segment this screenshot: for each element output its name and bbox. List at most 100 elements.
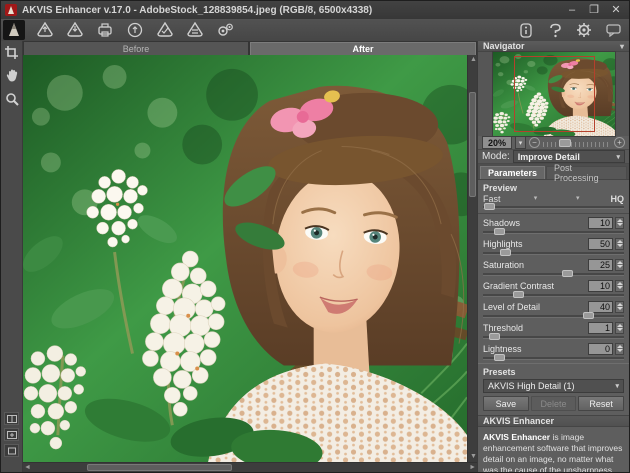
stepper-icon[interactable] xyxy=(615,259,624,271)
param-label: Gradient Contrast xyxy=(483,281,588,291)
vertical-scrollbar[interactable]: ▲ ▼ xyxy=(467,55,477,462)
preset-stack-icon[interactable] xyxy=(185,21,205,39)
navigator-title: Navigator xyxy=(483,41,525,51)
preview-slider-handle[interactable] xyxy=(484,203,495,210)
stepper-icon[interactable] xyxy=(615,238,624,250)
param-saturation: Saturation 25 xyxy=(483,258,624,276)
preferences-gear-icon[interactable] xyxy=(574,21,594,39)
zoom-in-button[interactable]: + xyxy=(614,137,625,148)
title-bar: AKVIS Enhancer v.17.0 - AdobeStock_12883… xyxy=(1,1,629,19)
navigator-panel xyxy=(478,52,629,136)
param-value[interactable]: 1 xyxy=(588,322,613,334)
reset-button[interactable]: Reset xyxy=(578,396,624,411)
minimize-button[interactable]: – xyxy=(565,3,579,17)
horizontal-scroll-thumb[interactable] xyxy=(87,464,232,471)
zoom-out-button[interactable]: − xyxy=(529,137,540,148)
zoom-value[interactable]: 20% xyxy=(482,136,512,149)
presets-section: Presets AKVIS High Detail (1) ▾ Save Del… xyxy=(478,363,629,415)
preset-dropdown-icon: ▾ xyxy=(615,382,619,390)
scroll-down-icon[interactable]: ▼ xyxy=(470,452,477,462)
parameter-tabs: Parameters Post Processing xyxy=(478,164,629,180)
zoom-slider-handle[interactable] xyxy=(559,139,571,147)
image-canvas-after[interactable] xyxy=(23,55,467,462)
open-image-icon[interactable] xyxy=(35,21,55,39)
app-logo-icon xyxy=(5,4,17,16)
scroll-up-icon[interactable]: ▲ xyxy=(470,55,477,65)
param-value[interactable]: 50 xyxy=(588,238,613,250)
stepper-icon[interactable] xyxy=(615,322,624,334)
preview-tick-icon: ▾ xyxy=(576,194,580,202)
delete-preset-button[interactable]: Delete xyxy=(531,396,577,411)
stepper-icon[interactable] xyxy=(615,280,624,292)
actual-size-icon[interactable] xyxy=(4,444,19,457)
navigator-thumbnail[interactable] xyxy=(493,52,615,136)
about-description: AKVIS Enhancer is image enhancement soft… xyxy=(478,427,629,473)
preview-section: Preview Fast ▾ ▾ HQ xyxy=(478,180,629,214)
tab-after[interactable]: After xyxy=(250,42,476,55)
param-slider-handle[interactable] xyxy=(494,354,505,361)
param-value[interactable]: 25 xyxy=(588,259,613,271)
vertical-scroll-thumb[interactable] xyxy=(469,92,476,198)
param-slider-handle[interactable] xyxy=(513,291,524,298)
mode-dropdown-icon: ▾ xyxy=(616,153,620,161)
param-slider-handle[interactable] xyxy=(489,333,500,340)
zoom-slider[interactable] xyxy=(543,139,611,147)
param-slider[interactable] xyxy=(483,315,624,318)
split-view-icon[interactable] xyxy=(4,412,19,425)
param-slider-handle[interactable] xyxy=(583,312,594,319)
zoom-tool-icon[interactable] xyxy=(3,90,20,107)
batch-processing-icon[interactable] xyxy=(155,21,175,39)
close-button[interactable]: ✕ xyxy=(609,3,623,17)
param-value[interactable]: 0 xyxy=(588,343,613,355)
info-icon[interactable] xyxy=(516,21,536,39)
presets-label: Presets xyxy=(483,367,624,377)
param-value[interactable]: 10 xyxy=(588,217,613,229)
crop-tool-icon[interactable] xyxy=(3,44,20,61)
scroll-right-icon[interactable]: ► xyxy=(469,463,476,473)
param-slider-handle[interactable] xyxy=(562,270,573,277)
help-icon[interactable] xyxy=(545,21,565,39)
print-icon[interactable] xyxy=(95,21,115,39)
zoom-dropdown-icon[interactable]: ▾ xyxy=(515,136,526,149)
navigator-view-rect[interactable] xyxy=(514,56,595,132)
param-slider[interactable] xyxy=(483,273,624,276)
share-image-icon[interactable] xyxy=(125,21,145,39)
process-gears-icon[interactable] xyxy=(215,21,235,39)
save-preset-button[interactable]: Save xyxy=(483,396,529,411)
zoom-controls: 20% ▾ − + xyxy=(478,136,629,150)
param-slider-handle[interactable] xyxy=(494,228,505,235)
param-value[interactable]: 40 xyxy=(588,301,613,313)
fit-screen-icon[interactable] xyxy=(4,428,19,441)
about-bold-intro: AKVIS Enhancer xyxy=(483,432,550,442)
save-image-icon[interactable] xyxy=(65,21,85,39)
mode-dropdown[interactable]: Improve Detail ▾ xyxy=(513,150,625,163)
main-toolbar xyxy=(1,19,629,41)
tab-post-processing[interactable]: Post Processing xyxy=(546,166,627,179)
param-slider[interactable] xyxy=(483,231,624,234)
maximize-button[interactable]: ❐ xyxy=(587,3,601,17)
scroll-left-icon[interactable]: ◄ xyxy=(24,463,31,473)
param-slider[interactable] xyxy=(483,336,624,339)
param-slider[interactable] xyxy=(483,294,624,297)
horizontal-scrollbar[interactable]: ◄ ► xyxy=(23,462,477,472)
param-label: Threshold xyxy=(483,323,588,333)
preset-dropdown[interactable]: AKVIS High Detail (1) ▾ xyxy=(483,379,624,393)
param-slider[interactable] xyxy=(483,252,624,255)
param-slider[interactable] xyxy=(483,357,624,360)
stepper-icon[interactable] xyxy=(615,343,624,355)
preview-slider[interactable] xyxy=(483,206,624,209)
stepper-icon[interactable] xyxy=(615,301,624,313)
hand-tool-icon[interactable] xyxy=(3,67,20,84)
navigator-collapse-icon[interactable]: ▾ xyxy=(620,42,624,51)
param-slider-handle[interactable] xyxy=(500,249,511,256)
tab-parameters[interactable]: Parameters xyxy=(480,166,545,179)
param-value[interactable]: 10 xyxy=(588,280,613,292)
photo-after xyxy=(23,55,467,462)
param-label: Level of Detail xyxy=(483,302,588,312)
settings-panel: Navigator ▾ 20% ▾ − + Mode: xyxy=(477,41,629,472)
tab-before[interactable]: Before xyxy=(24,42,248,55)
feedback-bubble-icon[interactable] xyxy=(603,21,623,39)
app-window: AKVIS Enhancer v.17.0 - AdobeStock_12883… xyxy=(0,0,630,473)
param-gradient-contrast: Gradient Contrast 10 xyxy=(483,279,624,297)
stepper-icon[interactable] xyxy=(615,217,624,229)
